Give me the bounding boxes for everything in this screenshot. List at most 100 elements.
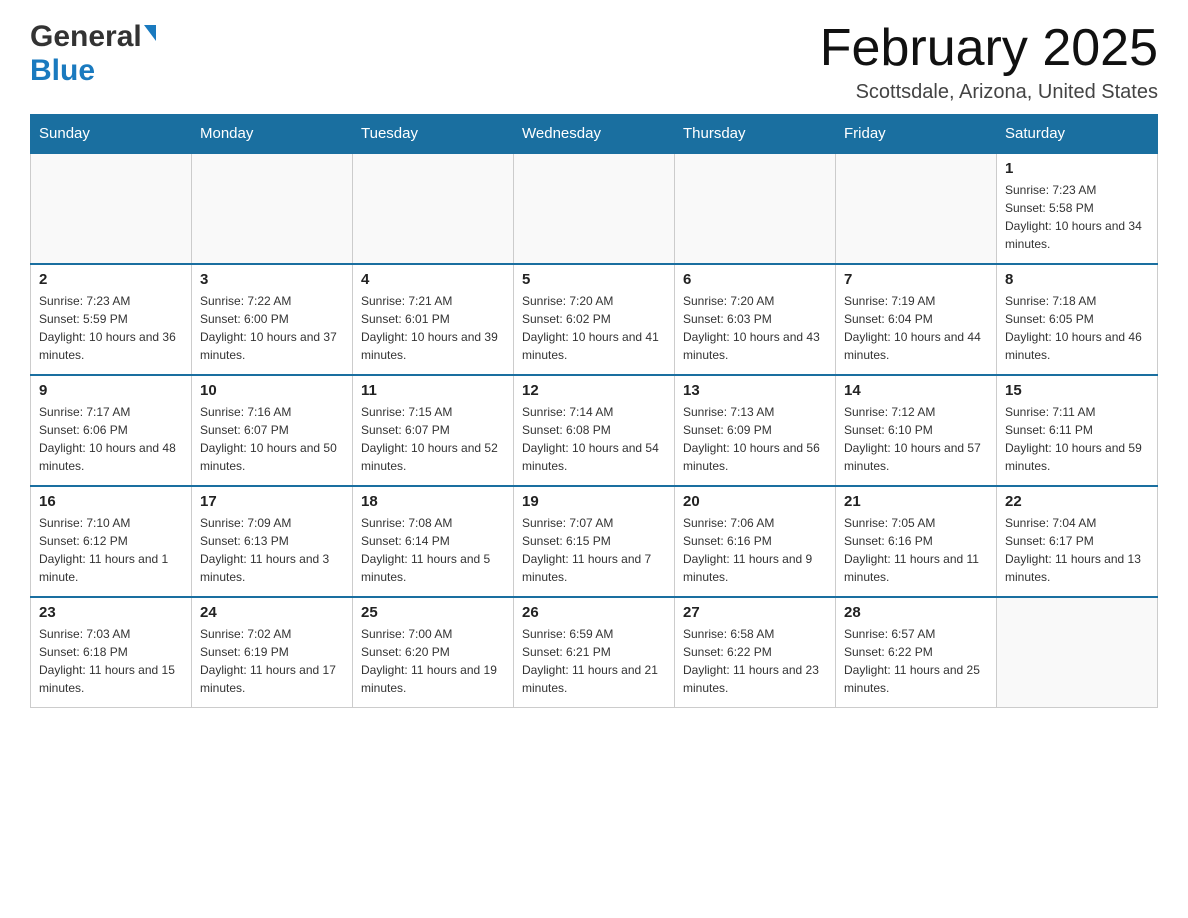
day-info: Sunrise: 7:18 AMSunset: 6:05 PMDaylight:… (1005, 292, 1149, 364)
calendar-table: SundayMondayTuesdayWednesdayThursdayFrid… (30, 114, 1158, 708)
calendar-day-cell: 25Sunrise: 7:00 AMSunset: 6:20 PMDayligh… (353, 597, 514, 708)
day-number: 25 (361, 604, 505, 621)
calendar-day-cell (836, 153, 997, 264)
day-info: Sunrise: 7:04 AMSunset: 6:17 PMDaylight:… (1005, 514, 1149, 586)
day-info: Sunrise: 6:57 AMSunset: 6:22 PMDaylight:… (844, 625, 988, 697)
day-of-week-header: Wednesday (514, 115, 675, 154)
calendar-day-cell: 2 Sunrise: 7:23 AMSunset: 5:59 PMDaylight… (31, 264, 192, 375)
day-info: Sunrise: 7:20 AMSunset: 6:02 PMDaylight:… (522, 292, 666, 364)
day-number: 27 (683, 604, 827, 621)
calendar-header: SundayMondayTuesdayWednesdayThursdayFrid… (31, 115, 1158, 154)
day-number: 16 (39, 493, 183, 510)
day-number: 2 (39, 271, 183, 288)
calendar-day-cell (675, 153, 836, 264)
day-of-week-header: Thursday (675, 115, 836, 154)
day-info: Sunrise: 7:11 AMSunset: 6:11 PMDaylight:… (1005, 403, 1149, 475)
calendar-week-row: 23Sunrise: 7:03 AMSunset: 6:18 PMDayligh… (31, 597, 1158, 708)
calendar-day-cell (997, 597, 1158, 708)
calendar-day-cell: 9Sunrise: 7:17 AMSunset: 6:06 PMDaylight… (31, 375, 192, 486)
calendar-day-cell: 7 Sunrise: 7:19 AMSunset: 6:04 PMDaylight… (836, 264, 997, 375)
location-title: Scottsdale, Arizona, United States (820, 81, 1158, 104)
calendar-week-row: 16Sunrise: 7:10 AMSunset: 6:12 PMDayligh… (31, 486, 1158, 597)
day-number: 19 (522, 493, 666, 510)
day-info: Sunrise: 7:07 AMSunset: 6:15 PMDaylight:… (522, 514, 666, 586)
day-info: Sunrise: 7:02 AMSunset: 6:19 PMDaylight:… (200, 625, 344, 697)
day-number: 14 (844, 382, 988, 399)
day-info: Sunrise: 7:09 AMSunset: 6:13 PMDaylight:… (200, 514, 344, 586)
calendar-day-cell: 15 Sunrise: 7:11 AMSunset: 6:11 PMDayligh… (997, 375, 1158, 486)
day-info: Sunrise: 7:21 AMSunset: 6:01 PMDaylight:… (361, 292, 505, 364)
day-number: 17 (200, 493, 344, 510)
day-number: 12 (522, 382, 666, 399)
calendar-day-cell: 1Sunrise: 7:23 AMSunset: 5:58 PMDaylight… (997, 153, 1158, 264)
day-info: Sunrise: 7:14 AMSunset: 6:08 PMDaylight:… (522, 403, 666, 475)
calendar-day-cell (514, 153, 675, 264)
day-info: Sunrise: 7:23 AMSunset: 5:59 PMDaylight:… (39, 292, 183, 364)
day-number: 9 (39, 382, 183, 399)
day-info: Sunrise: 7:13 AMSunset: 6:09 PMDaylight:… (683, 403, 827, 475)
day-info: Sunrise: 7:16 AMSunset: 6:07 PMDaylight:… (200, 403, 344, 475)
calendar-day-cell: 26 Sunrise: 6:59 AMSunset: 6:21 PMDayligh… (514, 597, 675, 708)
calendar-day-cell: 24Sunrise: 7:02 AMSunset: 6:19 PMDayligh… (192, 597, 353, 708)
day-info: Sunrise: 7:20 AMSunset: 6:03 PMDaylight:… (683, 292, 827, 364)
calendar-body: 1Sunrise: 7:23 AMSunset: 5:58 PMDaylight… (31, 153, 1158, 708)
day-of-week-header: Sunday (31, 115, 192, 154)
calendar-day-cell: 3 Sunrise: 7:22 AMSunset: 6:00 PMDaylight… (192, 264, 353, 375)
calendar-week-row: 1Sunrise: 7:23 AMSunset: 5:58 PMDaylight… (31, 153, 1158, 264)
month-title: February 2025 (820, 20, 1158, 77)
day-number: 8 (1005, 271, 1149, 288)
calendar-day-cell: 21 Sunrise: 7:05 AMSunset: 6:16 PMDayligh… (836, 486, 997, 597)
day-info: Sunrise: 7:19 AMSunset: 6:04 PMDaylight:… (844, 292, 988, 364)
calendar-day-cell: 16Sunrise: 7:10 AMSunset: 6:12 PMDayligh… (31, 486, 192, 597)
day-number: 3 (200, 271, 344, 288)
day-info: Sunrise: 7:23 AMSunset: 5:58 PMDaylight:… (1005, 181, 1149, 253)
calendar-day-cell: 6 Sunrise: 7:20 AMSunset: 6:03 PMDaylight… (675, 264, 836, 375)
calendar-day-cell: 22 Sunrise: 7:04 AMSunset: 6:17 PMDayligh… (997, 486, 1158, 597)
calendar-day-cell: 13 Sunrise: 7:13 AMSunset: 6:09 PMDayligh… (675, 375, 836, 486)
calendar-day-cell: 18Sunrise: 7:08 AMSunset: 6:14 PMDayligh… (353, 486, 514, 597)
calendar-day-cell (353, 153, 514, 264)
day-info: Sunrise: 7:22 AMSunset: 6:00 PMDaylight:… (200, 292, 344, 364)
day-number: 6 (683, 271, 827, 288)
day-number: 13 (683, 382, 827, 399)
day-number: 10 (200, 382, 344, 399)
day-number: 28 (844, 604, 988, 621)
logo-blue-text: Blue (30, 54, 95, 88)
day-info: Sunrise: 7:12 AMSunset: 6:10 PMDaylight:… (844, 403, 988, 475)
calendar-week-row: 9Sunrise: 7:17 AMSunset: 6:06 PMDaylight… (31, 375, 1158, 486)
calendar-day-cell: 12 Sunrise: 7:14 AMSunset: 6:08 PMDayligh… (514, 375, 675, 486)
title-block: February 2025 Scottsdale, Arizona, Unite… (820, 20, 1158, 104)
calendar-day-cell: 20Sunrise: 7:06 AMSunset: 6:16 PMDayligh… (675, 486, 836, 597)
day-info: Sunrise: 7:06 AMSunset: 6:16 PMDaylight:… (683, 514, 827, 586)
day-number: 5 (522, 271, 666, 288)
day-number: 21 (844, 493, 988, 510)
calendar-day-cell: 17 Sunrise: 7:09 AMSunset: 6:13 PMDayligh… (192, 486, 353, 597)
logo-triangle-icon (144, 25, 156, 41)
day-number: 26 (522, 604, 666, 621)
day-number: 11 (361, 382, 505, 399)
day-number: 15 (1005, 382, 1149, 399)
day-info: Sunrise: 6:58 AMSunset: 6:22 PMDaylight:… (683, 625, 827, 697)
calendar-day-cell: 8 Sunrise: 7:18 AMSunset: 6:05 PMDaylight… (997, 264, 1158, 375)
calendar-week-row: 2 Sunrise: 7:23 AMSunset: 5:59 PMDaylight… (31, 264, 1158, 375)
day-of-week-header: Monday (192, 115, 353, 154)
day-number: 7 (844, 271, 988, 288)
logo-general-text: General (30, 20, 142, 54)
page-header: General Blue February 2025 Scottsdale, A… (30, 20, 1158, 104)
days-of-week-row: SundayMondayTuesdayWednesdayThursdayFrid… (31, 115, 1158, 154)
day-number: 18 (361, 493, 505, 510)
calendar-day-cell (31, 153, 192, 264)
calendar-day-cell: 14 Sunrise: 7:12 AMSunset: 6:10 PMDayligh… (836, 375, 997, 486)
day-of-week-header: Saturday (997, 115, 1158, 154)
calendar-day-cell: 5 Sunrise: 7:20 AMSunset: 6:02 PMDaylight… (514, 264, 675, 375)
day-number: 22 (1005, 493, 1149, 510)
calendar-day-cell: 4Sunrise: 7:21 AMSunset: 6:01 PMDaylight… (353, 264, 514, 375)
day-of-week-header: Friday (836, 115, 997, 154)
day-info: Sunrise: 6:59 AMSunset: 6:21 PMDaylight:… (522, 625, 666, 697)
day-info: Sunrise: 7:05 AMSunset: 6:16 PMDaylight:… (844, 514, 988, 586)
calendar-day-cell: 19 Sunrise: 7:07 AMSunset: 6:15 PMDayligh… (514, 486, 675, 597)
calendar-day-cell: 10 Sunrise: 7:16 AMSunset: 6:07 PMDayligh… (192, 375, 353, 486)
day-number: 23 (39, 604, 183, 621)
calendar-day-cell: 28 Sunrise: 6:57 AMSunset: 6:22 PMDayligh… (836, 597, 997, 708)
calendar-day-cell: 23Sunrise: 7:03 AMSunset: 6:18 PMDayligh… (31, 597, 192, 708)
